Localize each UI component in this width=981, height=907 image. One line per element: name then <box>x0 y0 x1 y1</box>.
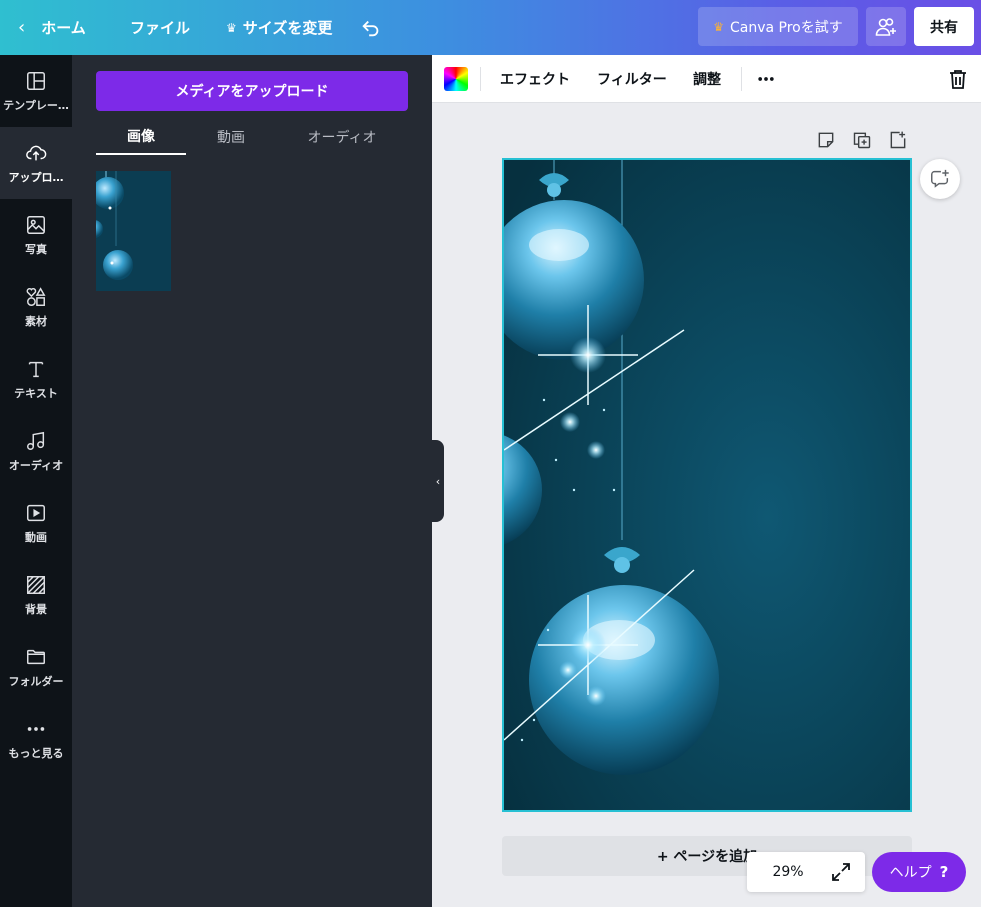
nav-rail: テンプレー… アップロ… 写真 素材 テキスト オーディオ 動画 背景 フォルダ… <box>0 55 72 907</box>
rail-item-folders[interactable]: フォルダー <box>0 631 72 703</box>
undo-icon <box>362 20 379 36</box>
fullscreen-icon[interactable] <box>829 860 853 884</box>
rail-item-more[interactable]: もっと見る <box>0 703 72 775</box>
uploads-panel: メディアをアップロード 画像 動画 オーディオ <box>72 55 432 907</box>
tab-audio[interactable]: オーディオ <box>286 119 398 155</box>
rail-item-label: アップロ… <box>8 170 64 184</box>
filter-button[interactable]: フィルター <box>597 55 667 103</box>
crown-icon: ♛ <box>713 19 724 34</box>
more-options-button[interactable] <box>756 55 776 103</box>
home-button[interactable]: ‹ ホーム <box>18 0 86 55</box>
comment-add-icon <box>931 169 949 188</box>
elements-icon <box>26 286 46 306</box>
rail-item-label: テキスト <box>14 386 58 400</box>
help-button[interactable]: ヘルプ ? <box>872 852 966 892</box>
uploaded-image-thumbnail[interactable] <box>96 171 171 291</box>
rail-item-label: テンプレー… <box>3 98 69 112</box>
help-label: ヘルプ <box>889 865 932 881</box>
design-page[interactable] <box>502 158 912 812</box>
folder-icon <box>27 649 45 664</box>
undo-button[interactable] <box>360 0 382 55</box>
question-icon: ? <box>939 863 949 881</box>
rail-item-text[interactable]: テキスト <box>0 343 72 415</box>
photo-icon <box>27 215 45 234</box>
duplicate-page-icon[interactable] <box>852 130 872 150</box>
chevron-left-icon: ‹ <box>435 474 441 488</box>
tab-videos[interactable]: 動画 <box>186 119 276 155</box>
effects-button[interactable]: エフェクト <box>500 55 570 103</box>
crown-icon: ♛ <box>226 20 237 35</box>
collapse-panel-button[interactable]: ‹ <box>432 440 444 522</box>
template-icon <box>27 71 45 90</box>
christmas-ornament-image <box>504 160 910 810</box>
ornament-thumbnail-image <box>96 171 171 291</box>
add-page-icon[interactable] <box>888 130 908 150</box>
people-add-icon <box>875 17 896 36</box>
background-icon <box>27 575 45 594</box>
color-picker-swatch[interactable] <box>444 67 468 91</box>
video-icon <box>27 504 45 521</box>
zoom-control: 29% <box>747 852 865 892</box>
rail-item-label: もっと見る <box>8 746 64 760</box>
tab-images[interactable]: 画像 <box>96 119 186 155</box>
toolbar-divider <box>741 67 742 91</box>
trash-icon[interactable] <box>946 67 970 91</box>
add-collaborator-button[interactable] <box>866 7 906 46</box>
rail-item-label: フォルダー <box>8 674 64 688</box>
more-icon <box>27 726 45 731</box>
rail-item-label: 動画 <box>25 530 47 544</box>
upload-icon <box>26 145 47 160</box>
rail-item-label: 背景 <box>25 602 47 616</box>
resize-label: サイズを変更 <box>242 19 333 37</box>
text-icon <box>28 361 44 377</box>
adjust-button[interactable]: 調整 <box>693 55 721 103</box>
editor-toolbar: エフェクト フィルター 調整 <box>432 55 981 103</box>
rail-item-label: 写真 <box>25 242 47 256</box>
more-horizontal-icon <box>758 77 774 81</box>
top-bar: ‹ ホーム ファイル ♛ サイズを変更 ♛ Canva Proを試す 共有 <box>0 0 981 55</box>
rail-item-background[interactable]: 背景 <box>0 559 72 631</box>
upload-media-button[interactable]: メディアをアップロード <box>96 71 408 111</box>
add-note-icon[interactable] <box>816 130 836 150</box>
zoom-level[interactable]: 29% <box>747 852 829 892</box>
add-comment-button[interactable] <box>920 159 960 199</box>
try-pro-button[interactable]: ♛ Canva Proを試す <box>698 7 858 46</box>
file-menu-button[interactable]: ファイル <box>130 0 190 55</box>
rail-item-templates[interactable]: テンプレー… <box>0 55 72 127</box>
rail-item-photos[interactable]: 写真 <box>0 199 72 271</box>
rail-item-uploads[interactable]: アップロ… <box>0 127 72 199</box>
rail-item-audio[interactable]: オーディオ <box>0 415 72 487</box>
resize-button[interactable]: ♛ サイズを変更 <box>226 0 332 55</box>
toolbar-divider <box>480 67 481 91</box>
rail-item-elements[interactable]: 素材 <box>0 271 72 343</box>
home-label: ホーム <box>41 19 86 37</box>
rail-item-label: オーディオ <box>8 458 64 472</box>
audio-icon <box>27 431 45 450</box>
rail-item-video[interactable]: 動画 <box>0 487 72 559</box>
try-pro-label: Canva Proを試す <box>730 19 843 36</box>
rail-item-label: 素材 <box>25 314 47 328</box>
share-button[interactable]: 共有 <box>914 7 974 46</box>
media-tabs: 画像 動画 オーディオ <box>96 119 408 155</box>
chevron-left-icon: ‹ <box>18 17 26 38</box>
